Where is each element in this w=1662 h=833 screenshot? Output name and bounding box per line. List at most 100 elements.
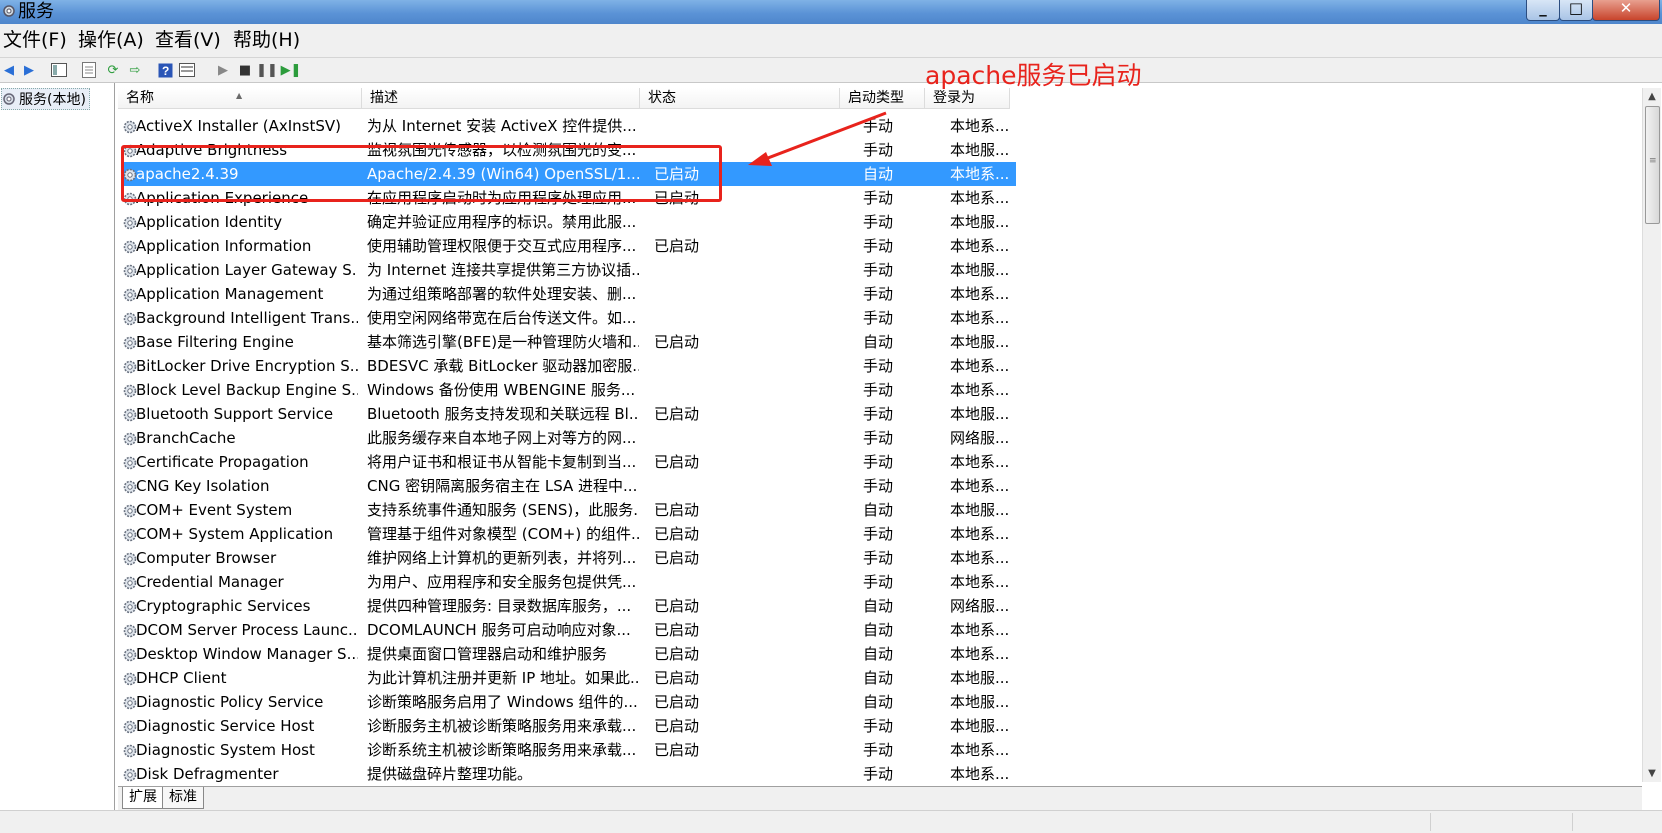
service-name: Desktop Window Manager S... [136,645,358,663]
pause-service-icon[interactable]: ❚❚ [256,61,278,79]
restart-service-icon[interactable]: ▶❚ [281,61,302,79]
service-startup-type: 手动 [863,309,894,327]
service-description: 支持系统事件通知服务 (SENS)，此服务... [367,501,639,519]
menu-file[interactable]: 文件(F) [3,28,67,52]
table-row[interactable]: CNG Key Isolation CNG 密钥隔离服务宿主在 LSA 进程中..… [122,474,1016,498]
table-row[interactable]: Disk Defragmenter 提供磁盘碎片整理功能。 手动 本地系... [122,762,1016,785]
table-row[interactable]: Certificate Propagation 将用户证书和根证书从智能卡复制到当… [122,450,1016,474]
vertical-scrollbar[interactable]: ▲ ≡ ▼ [1642,88,1661,782]
table-row[interactable]: ActiveX Installer (AxInstSV) 为从 Internet … [122,114,1016,138]
column-header-startup-type[interactable]: 启动类型 [840,88,925,109]
menu-bar: 文件(F) 操作(A) 查看(V) 帮助(H) [0,24,1662,58]
service-description: 确定并验证应用程序的标识。禁用此服... [367,213,637,231]
close-button[interactable]: ✕ [1592,0,1660,21]
status-divider [1430,813,1432,831]
service-startup-type: 手动 [863,477,894,495]
table-row[interactable]: COM+ Event System 支持系统事件通知服务 (SENS)，此服务..… [122,498,1016,522]
service-startup-type: 手动 [863,549,894,567]
service-description: Bluetooth 服务支持发现和关联远程 Bl... [367,405,639,423]
tree-node-services-local[interactable]: 服务(本地) [1,88,90,110]
service-logon-as: 本地服... [950,669,1010,687]
service-description: 诊断系统主机被诊断策略服务用来承载... [367,741,637,759]
help-icon[interactable]: ? [156,61,174,79]
table-row[interactable]: Application Management 为通过组策略部署的软件处理安装、删.… [122,282,1016,306]
service-status: 已启动 [654,621,700,639]
service-status [654,306,734,330]
service-name: Base Filtering Engine [136,333,294,351]
service-status: 已启动 [654,597,700,615]
service-logon-as: 本地系... [950,453,1010,471]
refresh-icon[interactable]: ⟳ [104,61,122,79]
table-row[interactable]: Application Layer Gateway S... 为 Internet… [122,258,1016,282]
table-row[interactable]: Application Identity 确定并验证应用程序的标识。禁用此服...… [122,210,1016,234]
scroll-up-arrow-icon[interactable]: ▲ [1643,88,1661,105]
menu-help[interactable]: 帮助(H) [233,28,300,52]
service-status [654,282,734,306]
table-row[interactable]: Diagnostic Policy Service 诊断策略服务启用了 Windo… [122,690,1016,714]
service-description: 此服务缓存来自本地子网上对等方的网... [367,429,637,447]
table-row[interactable]: BranchCache 此服务缓存来自本地子网上对等方的网... 手动 网络服... [122,426,1016,450]
table-row[interactable]: Desktop Window Manager S... 提供桌面窗口管理器启动和维… [122,642,1016,666]
service-logon-as: 本地服... [950,333,1010,351]
minimize-button[interactable]: _ [1526,0,1560,21]
table-row[interactable]: Bluetooth Support Service Bluetooth 服务支持发… [122,402,1016,426]
service-description: 将用户证书和根证书从智能卡复制到当... [367,453,637,471]
list-header: 名称 ▲ 描述 状态 启动类型 登录为 [118,88,1642,110]
table-row[interactable]: Computer Browser 维护网络上计算机的更新列表，并将列... 已启动 手… [122,546,1016,570]
stop-service-icon[interactable]: ■ [236,61,254,79]
scroll-down-arrow-icon[interactable]: ▼ [1643,765,1661,782]
column-header-name[interactable]: 名称 ▲ [118,88,362,109]
service-status: 已启动 [654,717,700,735]
service-logon-as: 本地系... [950,525,1010,543]
table-row[interactable]: DCOM Server Process Launc... DCOMLAUNCH 服… [122,618,1016,642]
start-service-icon[interactable]: ▶ [214,61,232,79]
service-logon-as: 本地系... [950,165,1010,183]
table-row[interactable]: BitLocker Drive Encryption S... BDESVC 承载… [122,354,1016,378]
table-row[interactable]: Application Information 使用辅助管理权限便于交互式应用程序… [122,234,1016,258]
menu-action[interactable]: 操作(A) [78,28,144,52]
service-status: 已启动 [654,453,700,471]
table-row[interactable]: Block Level Backup Engine S... Windows 备份… [122,378,1016,402]
service-logon-as: 本地系... [950,765,1010,783]
console-tree: 服务(本地) [0,83,115,811]
table-row[interactable]: Diagnostic Service Host 诊断服务主机被诊断策略服务用来承载… [122,714,1016,738]
show-hide-tree-icon[interactable] [50,61,68,79]
tree-node-label: 服务(本地) [19,92,86,108]
tab-extended[interactable]: 扩展 [122,787,164,809]
table-row[interactable]: Base Filtering Engine 基本筛选引擎(BFE)是一种管理防火墙… [122,330,1016,354]
scroll-thumb[interactable]: ≡ [1645,106,1660,224]
export-list-icon[interactable]: ⇨ [126,61,144,79]
mmc-view-icon[interactable] [178,61,196,79]
service-status: 已启动 [654,405,700,423]
service-name: Block Level Backup Engine S... [136,381,358,399]
service-name: Computer Browser [136,549,277,567]
service-startup-type: 自动 [863,165,894,183]
back-arrow-icon[interactable]: ◀ [0,61,18,79]
service-status [654,378,734,402]
column-status-label: 状态 [648,90,676,106]
table-row[interactable]: COM+ System Application 管理基于组件对象模型 (COM+)… [122,522,1016,546]
service-description: 维护网络上计算机的更新列表，并将列... [367,549,637,567]
service-startup-type: 手动 [863,573,894,591]
forward-arrow-icon[interactable]: ▶ [20,61,38,79]
menu-view[interactable]: 查看(V) [155,28,221,52]
properties-icon[interactable] [80,61,98,79]
service-logon-as: 本地系... [950,285,1010,303]
table-row[interactable]: Credential Manager 为用户、应用程序和安全服务包提供凭... 手动… [122,570,1016,594]
table-row[interactable]: DHCP Client 为此计算机注册并更新 IP 地址。如果此... 已启动 自动 本… [122,666,1016,690]
table-row[interactable]: Background Intelligent Trans... 使用空闲网络带宽在… [122,306,1016,330]
column-header-status[interactable]: 状态 [640,88,840,109]
service-logon-as: 本地系... [950,117,1010,135]
service-name: Application Identity [136,213,283,231]
service-description: 提供桌面窗口管理器启动和维护服务 [367,645,608,663]
service-description: 基本筛选引擎(BFE)是一种管理防火墙和... [367,333,639,351]
tab-standard[interactable]: 标准 [162,787,204,809]
column-header-description[interactable]: 描述 [362,88,640,109]
service-description: 提供四种管理服务: 目录数据库服务，... [367,597,632,615]
service-name: Bluetooth Support Service [136,405,334,423]
service-startup-type: 手动 [863,741,894,759]
table-row[interactable]: Cryptographic Services 提供四种管理服务: 目录数据库服务，… [122,594,1016,618]
service-name: Cryptographic Services [136,597,311,615]
maximize-button[interactable]: □ [1559,0,1593,21]
table-row[interactable]: Diagnostic System Host 诊断系统主机被诊断策略服务用来承载.… [122,738,1016,762]
